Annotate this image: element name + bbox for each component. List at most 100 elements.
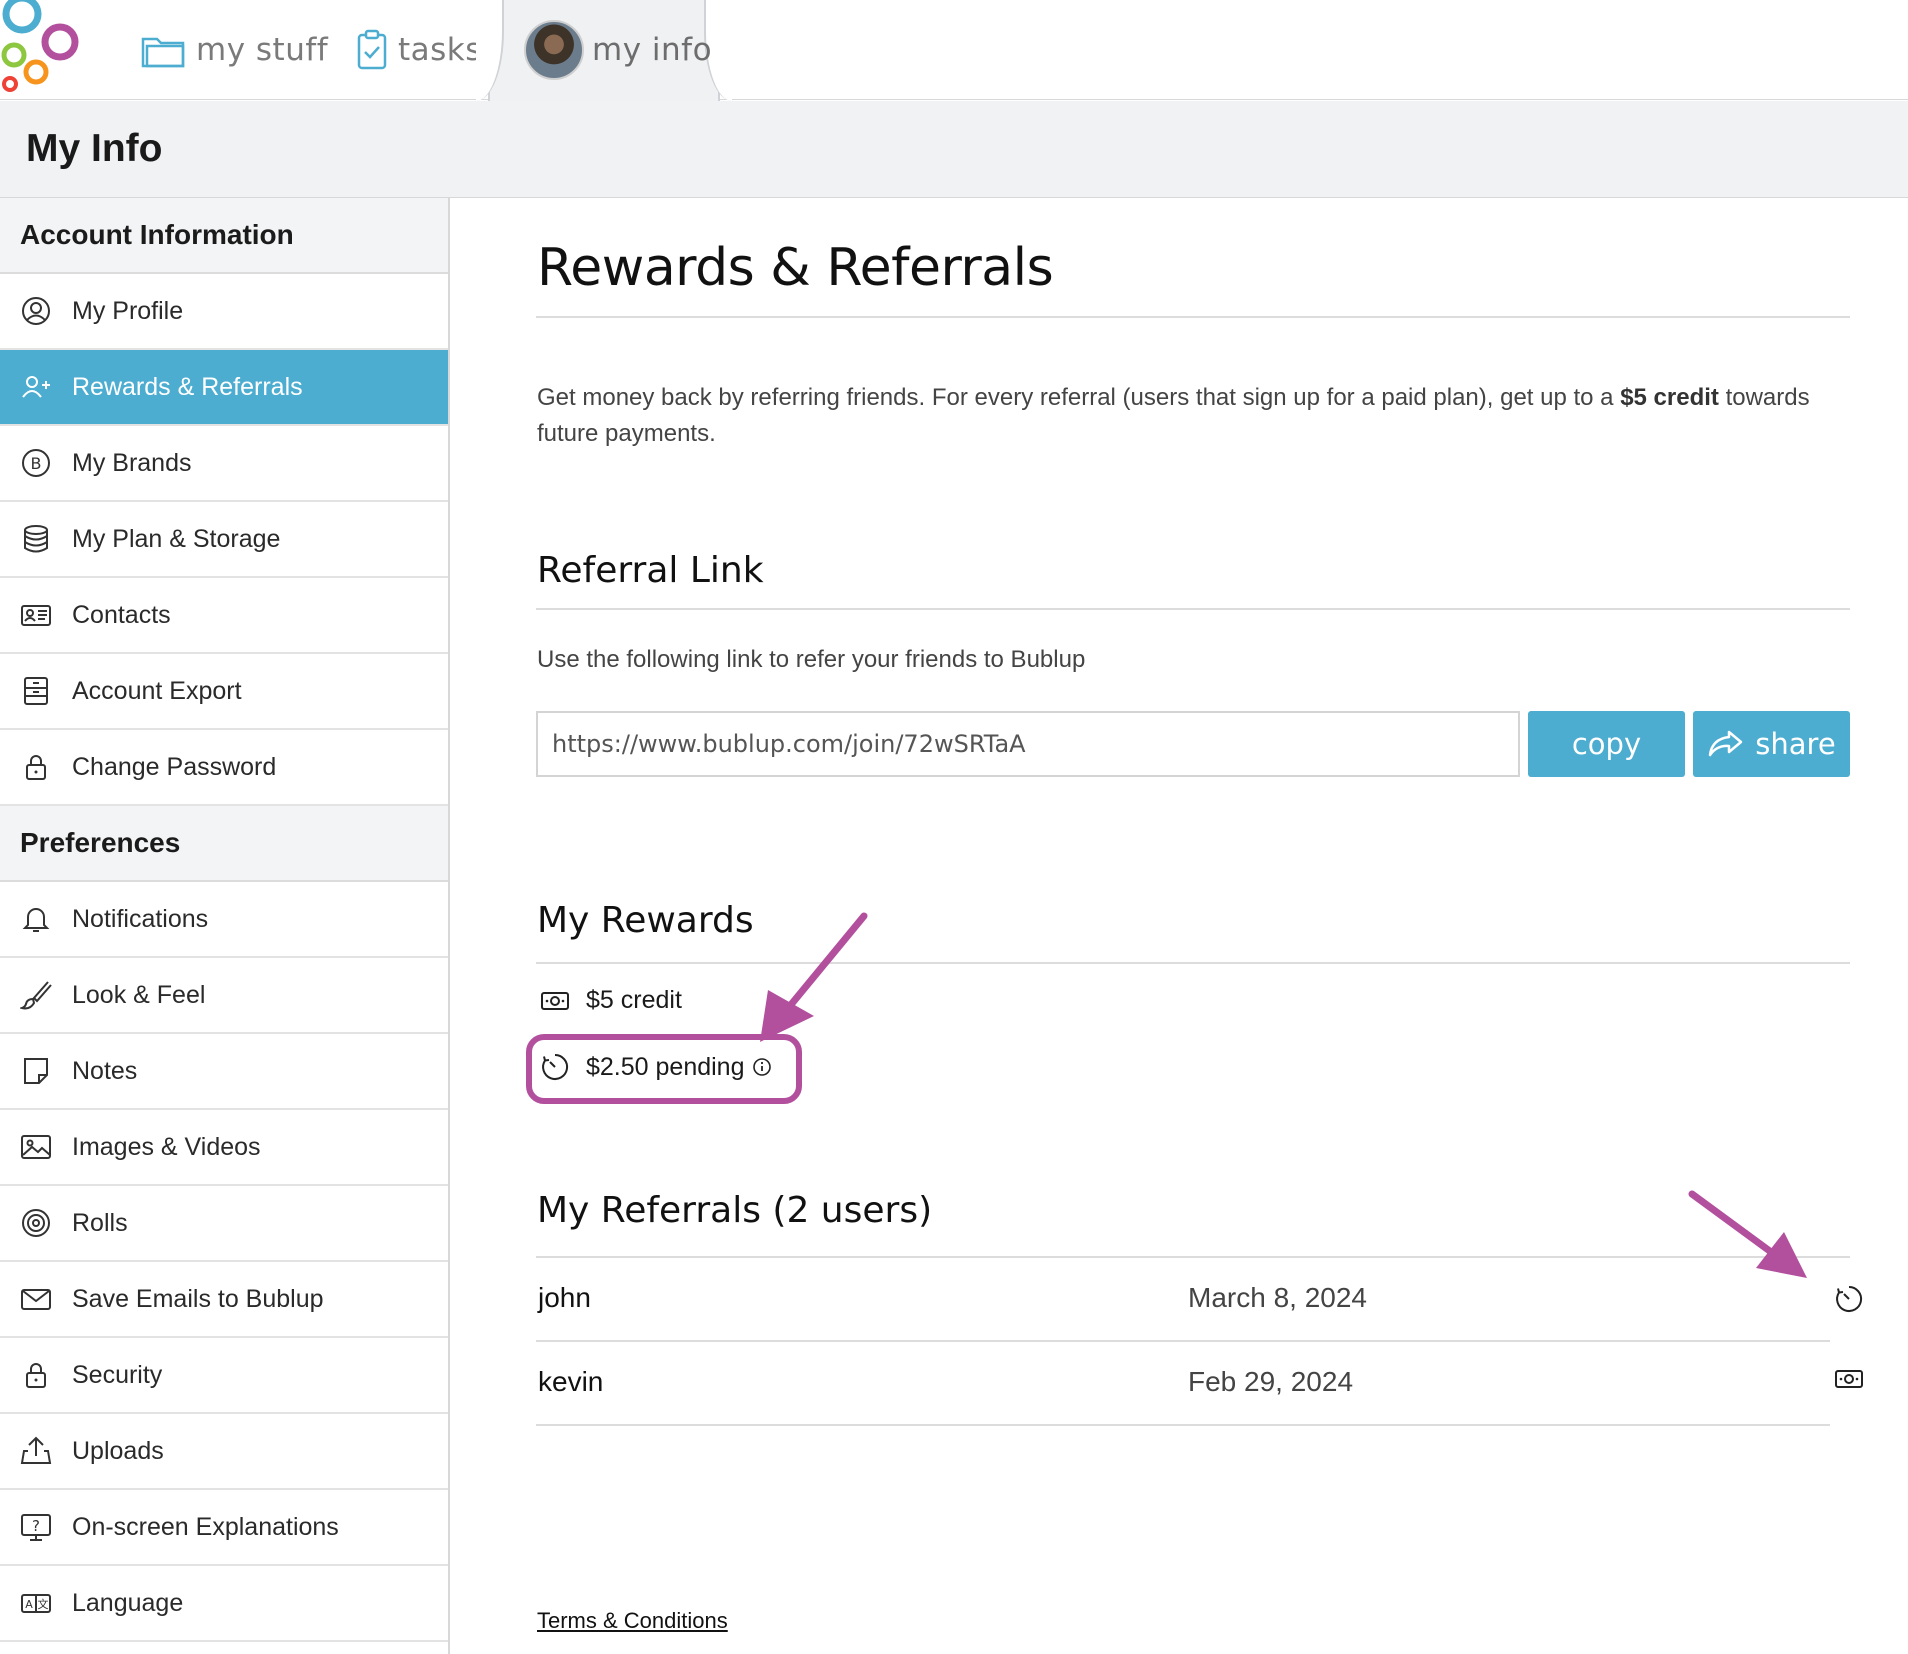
sidebar-item-label: Security — [72, 1360, 163, 1389]
sidebar-item-label: My Profile — [72, 296, 184, 325]
my-referrals-heading: My Referrals (2 users) — [537, 1190, 933, 1231]
brush-icon — [20, 981, 52, 1010]
note-icon — [24, 1058, 48, 1084]
sidebar-item-save-emails[interactable]: Save Emails to Bublup — [0, 1262, 448, 1338]
lock-icon — [26, 1363, 46, 1388]
sidebar-item-uploads[interactable]: Uploads — [0, 1414, 448, 1490]
annotation-arrow-icon — [760, 912, 868, 1042]
sidebar-item-contacts[interactable]: Contacts — [0, 578, 448, 654]
sidebar-item-notifications[interactable]: Notifications — [0, 882, 448, 958]
top-nav-bar: my stuff tasks my info — [0, 0, 1908, 101]
upload-icon — [20, 1436, 52, 1464]
sidebar-item-label: Images & Videos — [72, 1132, 261, 1161]
divider — [536, 316, 1850, 318]
divider — [536, 962, 1850, 964]
reward-credit: $5 credit — [540, 986, 682, 1015]
pending-highlight-box — [526, 1034, 802, 1104]
referral-date: March 8, 2024 — [1188, 1282, 1367, 1313]
referral-name: john — [538, 1282, 591, 1313]
money-icon — [1835, 1370, 1863, 1388]
folder-icon — [141, 37, 185, 68]
sidebar-item-my-plan-storage[interactable]: My Plan & Storage — [0, 502, 448, 578]
sidebar-item-rolls[interactable]: Rolls — [0, 1186, 448, 1262]
sidebar-item-label: On-screen Explanations — [72, 1512, 339, 1541]
avatar — [524, 20, 584, 80]
terms-conditions-link[interactable]: Terms & Conditions — [537, 1608, 728, 1634]
money-icon — [541, 991, 569, 1010]
bublup-logo[interactable] — [0, 0, 90, 95]
referral-link-subtitle: Use the following link to refer your fri… — [537, 646, 1086, 673]
sidebar-item-label: Notifications — [72, 904, 209, 933]
help-screen-icon: ? — [21, 1514, 51, 1541]
sidebar-item-rewards-referrals[interactable]: Rewards & Referrals — [0, 350, 448, 426]
contact-card-icon — [21, 605, 51, 626]
sidebar-item-notes[interactable]: Notes — [0, 1034, 448, 1110]
user-plus-icon — [22, 376, 50, 398]
brand-b-icon: B — [22, 449, 50, 477]
sidebar-section-preferences: Preferences — [0, 806, 448, 882]
tab-tasks[interactable]: tasks — [356, 22, 482, 78]
archive-icon — [24, 677, 48, 705]
share-button-label: share — [1755, 727, 1836, 761]
sidebar-item-security[interactable]: Security — [0, 1338, 448, 1414]
page-header: My Info — [0, 101, 1908, 198]
tab-my-info[interactable]: my info — [524, 20, 713, 80]
spiral-icon — [22, 1209, 50, 1237]
envelope-icon — [21, 1289, 51, 1310]
svg-text:A: A — [25, 1598, 33, 1611]
sidebar-item-my-profile[interactable]: My Profile — [0, 274, 448, 350]
sidebar-item-label: Language — [72, 1588, 184, 1617]
image-icon — [21, 1135, 51, 1159]
language-icon: A文 — [21, 1594, 51, 1613]
sidebar-item-label: Contacts — [72, 600, 171, 629]
sidebar-item-look-feel[interactable]: Look & Feel — [0, 958, 448, 1034]
copy-button[interactable]: copy — [1528, 711, 1685, 777]
bell-icon — [22, 908, 50, 932]
my-rewards-heading: My Rewards — [537, 900, 754, 941]
sidebar-section-account-information: Account Information — [0, 198, 448, 274]
referral-link-heading: Referral Link — [537, 550, 764, 591]
sidebar-item-label: Notes — [72, 1056, 138, 1085]
svg-text:B: B — [31, 454, 42, 473]
pending-clock-icon — [1836, 1285, 1863, 1312]
section-title: Rewards & Referrals — [537, 238, 1054, 298]
reward-credit-label: $5 credit — [586, 986, 682, 1014]
sidebar-item-my-brands[interactable]: B My Brands — [0, 426, 448, 502]
database-icon — [24, 525, 48, 553]
settings-sidebar: Account Information My Profile Rewards &… — [0, 198, 450, 1654]
user-circle-icon — [22, 297, 50, 325]
sidebar-item-language[interactable]: A文 Language — [0, 1566, 448, 1642]
sidebar-item-label: Look & Feel — [72, 980, 206, 1009]
sidebar-item-change-password[interactable]: Change Password — [0, 730, 448, 806]
referral-row: kevin Feb 29, 2024 — [536, 1342, 1863, 1426]
referral-name: kevin — [538, 1366, 604, 1397]
sidebar-item-label: Change Password — [72, 752, 277, 781]
referral-row: john March 8, 2024 — [536, 1258, 1863, 1342]
share-icon — [1709, 730, 1743, 757]
sidebar-item-label: Rolls — [72, 1208, 128, 1237]
sidebar-item-on-screen-explanations[interactable]: ? On-screen Explanations — [0, 1490, 448, 1566]
intro-text-start: Get money back by referring friends. For… — [537, 384, 1621, 411]
tab-tasks-label: tasks — [398, 32, 482, 68]
share-button[interactable]: share — [1693, 711, 1850, 777]
divider — [536, 608, 1850, 610]
tab-my-info-label: my info — [592, 32, 713, 68]
tab-my-stuff-label: my stuff — [196, 32, 329, 68]
sidebar-item-label: Account Export — [72, 676, 242, 705]
referral-link-input[interactable] — [536, 711, 1520, 777]
tab-my-stuff[interactable]: my stuff — [140, 22, 328, 78]
sidebar-item-images-videos[interactable]: Images & Videos — [0, 1110, 448, 1186]
page-title: My Info — [26, 127, 163, 170]
lock-icon — [26, 755, 46, 780]
svg-text:文: 文 — [38, 1597, 49, 1611]
referral-date: Feb 29, 2024 — [1188, 1366, 1354, 1397]
rewards-referrals-panel: Rewards & Referrals Get money back by re… — [450, 198, 1908, 1654]
sidebar-item-account-export[interactable]: Account Export — [0, 654, 448, 730]
sidebar-item-label: Rewards & Referrals — [72, 372, 303, 401]
svg-text:?: ? — [32, 1517, 40, 1535]
sidebar-item-label: Save Emails to Bublup — [72, 1284, 324, 1313]
intro-text: Get money back by referring friends. For… — [537, 380, 1837, 452]
intro-text-bold: $5 credit — [1620, 384, 1719, 411]
sidebar-item-label: My Plan & Storage — [72, 524, 281, 553]
clipboard-check-icon — [357, 29, 387, 70]
